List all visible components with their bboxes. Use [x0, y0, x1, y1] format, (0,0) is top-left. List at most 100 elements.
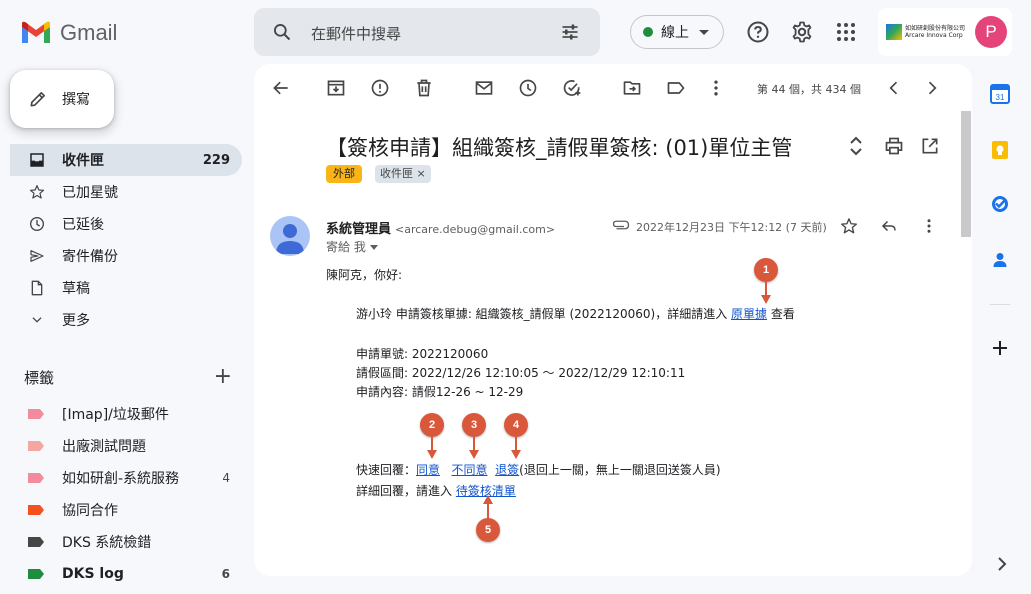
- label-tag-icon: [28, 409, 44, 419]
- return-link[interactable]: 退簽: [495, 463, 519, 477]
- apps-grid-icon[interactable]: [834, 20, 858, 44]
- annotation-arrow-down-icon: [761, 282, 771, 304]
- star-icon[interactable]: [840, 217, 858, 235]
- search-icon[interactable]: [272, 22, 292, 42]
- side-panel-divider: [990, 304, 1010, 305]
- label-item[interactable]: 出廠測試問題: [10, 430, 242, 462]
- star-icon: [28, 183, 46, 201]
- label-name: [Imap]/垃圾郵件: [62, 407, 169, 423]
- account-switcher[interactable]: 如如研創股份有限公司 Arcare Innova Corp P: [878, 8, 1012, 56]
- sidebar-item-sent[interactable]: 寄件備份: [10, 240, 242, 272]
- label-tag-icon: [28, 441, 44, 451]
- add-label-icon[interactable]: +: [214, 366, 232, 388]
- sidebar-item-more[interactable]: 更多: [10, 304, 242, 336]
- status-selector[interactable]: 線上: [630, 15, 724, 49]
- greeting: 陳阿克，你好:: [326, 268, 403, 282]
- reply-icon[interactable]: [880, 217, 898, 235]
- sidebar-item-label: 草稿: [62, 281, 90, 297]
- status-label: 線上: [661, 25, 689, 41]
- original-document-link[interactable]: 原單據: [731, 307, 767, 321]
- chevron-right-icon[interactable]: [922, 78, 942, 98]
- annotation-arrow-up-icon: [483, 495, 493, 519]
- inbox-tag[interactable]: 收件匣 ×: [375, 165, 431, 183]
- message-view: 第 44 個，共 434 個 【簽核申請】組織簽核_請假單簽核: (01)單位主…: [254, 64, 972, 576]
- sidebar-item-starred[interactable]: 已加星號: [10, 176, 242, 208]
- return-note: (退回上一關，無上一關退回送簽人員): [519, 463, 721, 477]
- settings-gear-icon[interactable]: [790, 20, 814, 44]
- labels-header: 標籤 +: [24, 362, 238, 392]
- side-panel: 31: [984, 64, 1031, 594]
- labels-title: 標籤: [24, 368, 55, 387]
- add-addon-plus-icon[interactable]: [990, 338, 1010, 358]
- search-input[interactable]: 在郵件中搜尋: [311, 23, 401, 44]
- pagination-text: 第 44 個，共 434 個: [757, 83, 861, 96]
- snooze-clock-icon[interactable]: [518, 78, 538, 98]
- approve-link[interactable]: 同意: [416, 463, 440, 477]
- detail-reply-prefix: 詳細回覆，請進入: [356, 484, 453, 498]
- sidebar-item-snoozed[interactable]: 已延後: [10, 208, 242, 240]
- label-item[interactable]: 如如研創-系統服務 4: [10, 462, 242, 494]
- mark-unread-mail-icon[interactable]: [474, 78, 494, 98]
- email-subject: 【簽核申請】組織簽核_請假單簽核: (01)單位主管: [326, 136, 793, 160]
- scrollbar-thumb[interactable]: [961, 111, 971, 237]
- open-new-window-icon[interactable]: [920, 136, 940, 156]
- report-spam-icon[interactable]: [370, 78, 390, 98]
- unread-count: 229: [202, 152, 230, 168]
- search-bar[interactable]: 在郵件中搜尋: [254, 8, 600, 56]
- chevron-left-icon[interactable]: [884, 78, 904, 98]
- draft-icon: [28, 279, 46, 297]
- label-item[interactable]: [Imap]/垃圾郵件: [10, 398, 242, 430]
- label-item[interactable]: DKS log 6: [10, 558, 242, 590]
- caret-down-icon: [369, 245, 378, 250]
- chevron-down-icon: [28, 311, 46, 329]
- add-task-icon[interactable]: [562, 78, 582, 98]
- sidebar-item-inbox[interactable]: 收件匣 229: [10, 144, 242, 176]
- move-to-folder-icon[interactable]: [622, 78, 642, 98]
- annotation-marker-2: 2: [420, 413, 444, 437]
- send-icon: [28, 247, 46, 265]
- remove-tag-icon[interactable]: ×: [417, 167, 426, 180]
- leave-content: 申請內容: 請假12-26 ~ 12-29: [356, 385, 524, 399]
- request-line: 游小玲 申請簽核單據: 組織簽核_請假單 (2022120060)，詳細請進入 …: [356, 305, 795, 322]
- external-tag: 外部: [326, 165, 362, 183]
- tasks-icon[interactable]: [990, 194, 1010, 214]
- attachment-icon: [612, 220, 630, 230]
- help-icon[interactable]: [746, 20, 770, 44]
- pencil-icon: [30, 92, 46, 107]
- label-name: 出廠測試問題: [62, 439, 146, 455]
- back-arrow-icon[interactable]: [271, 78, 291, 98]
- compose-button[interactable]: 撰寫: [10, 70, 114, 128]
- more-vertical-icon[interactable]: [706, 78, 726, 98]
- account-avatar[interactable]: P: [975, 16, 1007, 48]
- keep-notes-icon[interactable]: [990, 140, 1010, 160]
- compose-label: 撰寫: [62, 92, 90, 108]
- archive-icon[interactable]: [326, 78, 346, 98]
- label-item[interactable]: DKS 系統檢錯: [10, 526, 242, 558]
- print-icon[interactable]: [884, 136, 904, 156]
- organization-name-line1: 如如研創股份有限公司: [905, 25, 966, 32]
- recipients-toggle[interactable]: 寄給 我: [326, 238, 378, 255]
- chevron-right-icon[interactable]: [992, 554, 1012, 574]
- status-dot: [643, 27, 653, 37]
- label-icon[interactable]: [666, 78, 686, 98]
- gmail-logo[interactable]: Gmail: [20, 20, 117, 46]
- email-date: 2022年12月23日 下午12:12 (7 天前): [636, 221, 827, 234]
- sidebar-item-drafts[interactable]: 草稿: [10, 272, 242, 304]
- sender-avatar[interactable]: [270, 216, 310, 256]
- contacts-icon[interactable]: [990, 250, 1010, 270]
- annotation-marker-5: 5: [476, 518, 500, 542]
- message-toolbar: 第 44 個，共 434 個: [254, 64, 972, 112]
- calendar-icon[interactable]: 31: [990, 84, 1010, 104]
- caret-down-icon: [699, 29, 709, 35]
- leave-period: 請假區間: 2022/12/26 12:10:05 ～ 2022/12/29 1…: [356, 366, 686, 380]
- label-item[interactable]: 協同合作: [10, 494, 242, 526]
- label-tag-icon: [28, 473, 44, 483]
- reject-link[interactable]: 不同意: [451, 463, 487, 477]
- more-vertical-icon[interactable]: [920, 217, 938, 235]
- delete-trash-icon[interactable]: [414, 78, 434, 98]
- sidebar-item-label: 收件匣: [62, 153, 104, 169]
- search-options-icon[interactable]: [560, 22, 580, 42]
- sidebar-item-label: 已加星號: [62, 185, 118, 201]
- expand-collapse-icon[interactable]: [848, 136, 864, 156]
- sender-name: 系統管理員: [326, 222, 392, 237]
